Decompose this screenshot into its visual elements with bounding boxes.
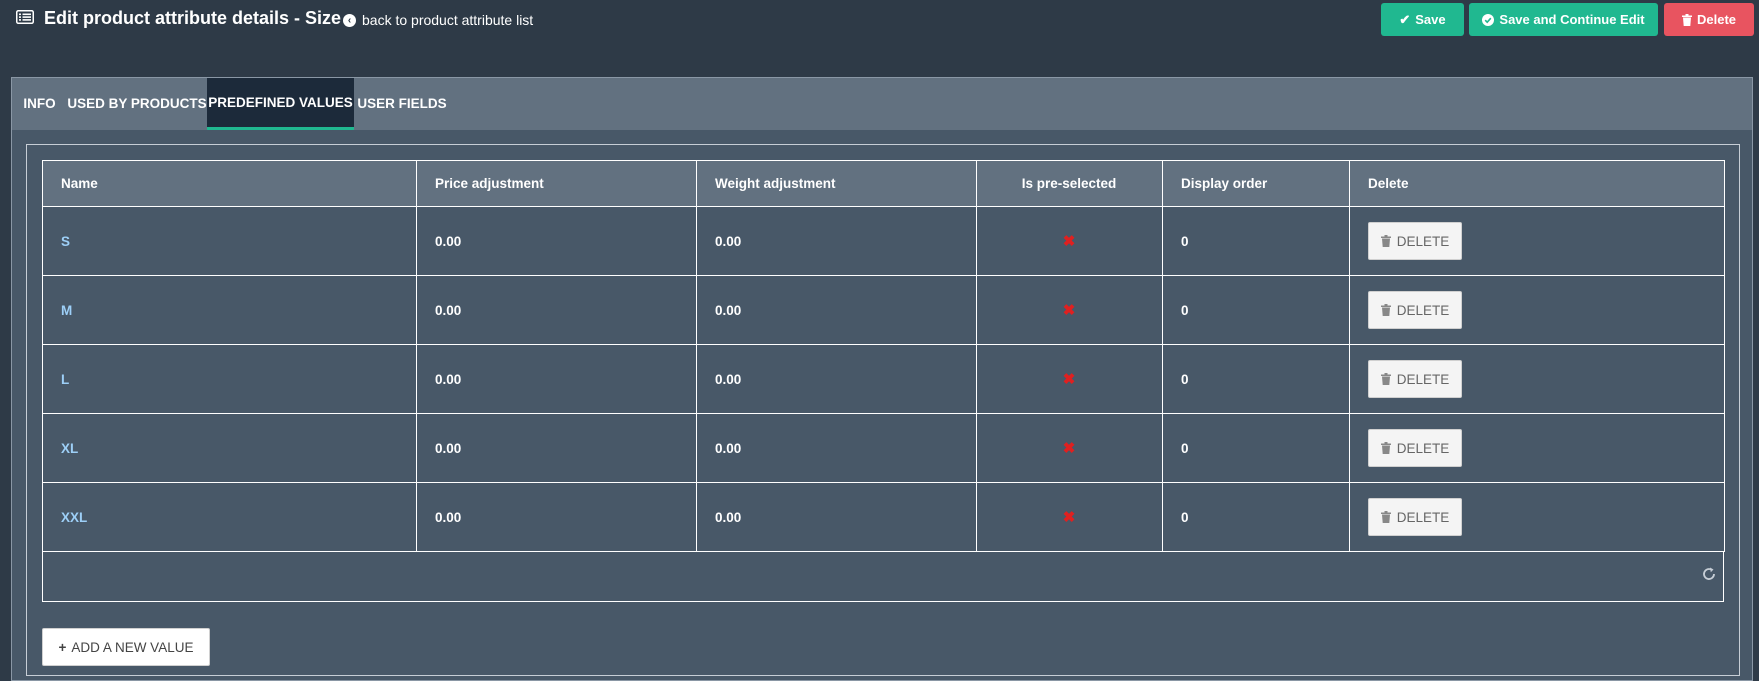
- price-adjustment-cell: 0.00: [416, 344, 697, 414]
- delete-value-button[interactable]: DELETE: [1368, 429, 1462, 467]
- display-order-cell: 0: [1162, 206, 1350, 276]
- delete-cell: DELETE: [1349, 206, 1725, 276]
- tab-info[interactable]: INFO: [12, 78, 67, 130]
- delete-value-label: DELETE: [1396, 371, 1450, 387]
- is-preselected-cell: ✖: [976, 206, 1163, 276]
- delete-cell: DELETE: [1349, 413, 1725, 483]
- weight-adjustment-cell: 0.00: [696, 344, 977, 414]
- x-mark-icon: ✖: [1062, 509, 1076, 526]
- list-icon: [16, 10, 34, 24]
- predefined-values-table: Name Price adjustment Weight adjustment …: [42, 160, 1725, 552]
- column-header-is-preselected[interactable]: Is pre-selected: [976, 160, 1163, 207]
- back-to-list-link[interactable]: ‹ back to product attribute list: [343, 12, 533, 28]
- delete-cell: DELETE: [1349, 275, 1725, 345]
- value-name-link[interactable]: XXL: [42, 482, 417, 552]
- add-new-value-button[interactable]: + ADD A NEW VALUE: [42, 628, 210, 666]
- table-header-row: Name Price adjustment Weight adjustment …: [42, 160, 1725, 207]
- delete-cell: DELETE: [1349, 344, 1725, 414]
- x-mark-icon: ✖: [1062, 233, 1076, 250]
- trash-icon: [1681, 13, 1692, 26]
- delete-attribute-label: Delete: [1696, 12, 1737, 27]
- check-icon: ✔: [1399, 11, 1411, 27]
- save-and-continue-label: Save and Continue Edit: [1499, 12, 1645, 27]
- value-name-link[interactable]: S: [42, 206, 417, 276]
- column-header-display-order[interactable]: Display order: [1162, 160, 1350, 207]
- delete-value-button[interactable]: DELETE: [1368, 498, 1462, 536]
- is-preselected-cell: ✖: [976, 275, 1163, 345]
- back-link-label: back to product attribute list: [362, 12, 534, 28]
- display-order-cell: 0: [1162, 482, 1350, 552]
- trash-icon: [1380, 304, 1391, 316]
- table-row: L 0.00 0.00 ✖ 0 DELETE: [42, 344, 1725, 414]
- is-preselected-cell: ✖: [976, 413, 1163, 483]
- tab-predefined-values[interactable]: PREDEFINED VALUES: [207, 78, 354, 130]
- trash-icon: [1380, 511, 1391, 523]
- column-header-weight-adjustment[interactable]: Weight adjustment: [696, 160, 977, 207]
- is-preselected-cell: ✖: [976, 482, 1163, 552]
- table-footer: [42, 552, 1724, 602]
- trash-icon: [1380, 442, 1391, 454]
- display-order-cell: 0: [1162, 275, 1350, 345]
- add-new-value-label: ADD A NEW VALUE: [71, 639, 194, 655]
- page-title: Edit product attribute details - Size: [44, 8, 342, 28]
- column-header-delete: Delete: [1349, 160, 1725, 207]
- delete-value-label: DELETE: [1396, 509, 1450, 525]
- display-order-cell: 0: [1162, 413, 1350, 483]
- weight-adjustment-cell: 0.00: [696, 482, 977, 552]
- weight-adjustment-cell: 0.00: [696, 275, 977, 345]
- save-button[interactable]: ✔ Save: [1381, 3, 1464, 36]
- check-circle-icon: [1482, 13, 1495, 26]
- price-adjustment-cell: 0.00: [416, 206, 697, 276]
- x-mark-icon: ✖: [1062, 302, 1076, 319]
- delete-value-label: DELETE: [1396, 440, 1450, 456]
- column-header-name[interactable]: Name: [42, 160, 417, 207]
- refresh-icon[interactable]: [1701, 566, 1717, 582]
- save-and-continue-button[interactable]: Save and Continue Edit: [1469, 3, 1658, 36]
- trash-icon: [1380, 235, 1391, 247]
- delete-value-label: DELETE: [1396, 302, 1450, 318]
- tab-bar: INFO USED BY PRODUCTS PREDEFINED VALUES …: [12, 78, 1752, 130]
- delete-value-button[interactable]: DELETE: [1368, 360, 1462, 398]
- weight-adjustment-cell: 0.00: [696, 413, 977, 483]
- delete-value-button[interactable]: DELETE: [1368, 222, 1462, 260]
- tab-user-fields[interactable]: USER FIELDS: [354, 78, 450, 130]
- table-row: XXL 0.00 0.00 ✖ 0 DELETE: [42, 482, 1725, 552]
- is-preselected-cell: ✖: [976, 344, 1163, 414]
- delete-cell: DELETE: [1349, 482, 1725, 552]
- arrow-circle-left-icon: ‹: [343, 13, 356, 27]
- delete-attribute-button[interactable]: Delete: [1664, 3, 1754, 36]
- display-order-cell: 0: [1162, 344, 1350, 414]
- content-panel: INFO USED BY PRODUCTS PREDEFINED VALUES …: [11, 77, 1753, 681]
- value-name-link[interactable]: M: [42, 275, 417, 345]
- delete-value-label: DELETE: [1396, 233, 1450, 249]
- table-row: M 0.00 0.00 ✖ 0 DELETE: [42, 275, 1725, 345]
- x-mark-icon: ✖: [1062, 440, 1076, 457]
- tab-used-by-products[interactable]: USED BY PRODUCTS: [67, 78, 207, 130]
- table-row: S 0.00 0.00 ✖ 0 DELETE: [42, 206, 1725, 276]
- value-name-link[interactable]: XL: [42, 413, 417, 483]
- trash-icon: [1380, 373, 1391, 385]
- save-button-label: Save: [1415, 12, 1446, 27]
- price-adjustment-cell: 0.00: [416, 482, 697, 552]
- value-name-link[interactable]: L: [42, 344, 417, 414]
- column-header-price-adjustment[interactable]: Price adjustment: [416, 160, 697, 207]
- price-adjustment-cell: 0.00: [416, 275, 697, 345]
- price-adjustment-cell: 0.00: [416, 413, 697, 483]
- x-mark-icon: ✖: [1062, 371, 1076, 388]
- weight-adjustment-cell: 0.00: [696, 206, 977, 276]
- plus-icon: +: [58, 639, 67, 655]
- table-row: XL 0.00 0.00 ✖ 0 DELETE: [42, 413, 1725, 483]
- delete-value-button[interactable]: DELETE: [1368, 291, 1462, 329]
- page-header: Edit product attribute details - Size ‹ …: [0, 0, 1759, 60]
